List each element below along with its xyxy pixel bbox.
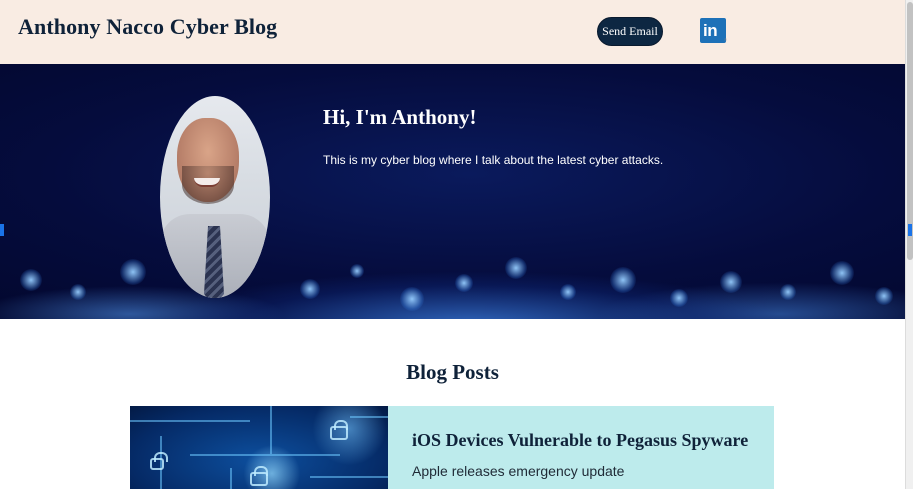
scrollbar-thumb[interactable] xyxy=(907,2,913,260)
lock-icon xyxy=(250,466,268,486)
site-title[interactable]: Anthony Nacco Cyber Blog xyxy=(18,14,277,40)
page: Anthony Nacco Cyber Blog Send Email in ® xyxy=(0,0,905,489)
post-title[interactable]: iOS Devices Vulnerable to Pegasus Spywar… xyxy=(412,430,748,451)
lock-icon xyxy=(330,420,348,440)
hero-bokeh-background xyxy=(0,229,905,319)
blog-post-card[interactable]: iOS Devices Vulnerable to Pegasus Spywar… xyxy=(130,406,774,489)
profile-photo xyxy=(160,96,270,298)
site-header: Anthony Nacco Cyber Blog Send Email in ® xyxy=(0,0,905,64)
hero-greeting: Hi, I'm Anthony! xyxy=(323,105,477,129)
hero-intro-text: This is my cyber blog where I talk about… xyxy=(323,153,664,167)
post-subtitle: Apple releases emergency update xyxy=(412,463,625,479)
left-edge-marker xyxy=(0,224,4,236)
blog-posts-heading: Blog Posts xyxy=(406,360,499,384)
lock-icon xyxy=(150,452,168,470)
send-email-button[interactable]: Send Email xyxy=(597,17,663,46)
linkedin-icon[interactable]: in xyxy=(700,18,726,43)
linkedin-registered-mark: ® xyxy=(724,37,727,42)
vertical-scrollbar[interactable] xyxy=(905,0,913,489)
hero-section: Hi, I'm Anthony! This is my cyber blog w… xyxy=(0,64,905,319)
circuit-lock-image[interactable] xyxy=(130,406,388,489)
right-edge-marker xyxy=(908,224,912,236)
